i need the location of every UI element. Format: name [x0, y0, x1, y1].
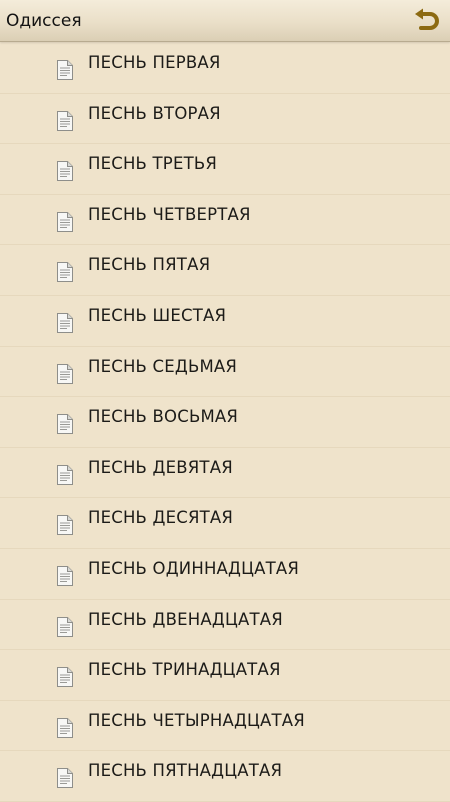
document-icon [57, 312, 73, 333]
undo-arrow-icon [415, 8, 439, 30]
back-button[interactable] [410, 5, 444, 37]
list-item[interactable]: ПЕСНЬ ТРЕТЬЯ [0, 144, 450, 195]
document-icon [57, 515, 73, 536]
list-item-label: ПЕСНЬ ШЕСТАЯ [88, 305, 227, 325]
list-item-label: ПЕСНЬ ВОСЬМАЯ [88, 407, 239, 427]
list-item[interactable]: ПЕСНЬ ПЯТНАДЦАТАЯ [0, 751, 450, 802]
list-item[interactable]: ПЕСНЬ ТРИНАДЦАТАЯ [0, 650, 450, 701]
document-icon [57, 60, 73, 80]
list-item[interactable]: ПЕСНЬ ШЕСТАЯ [0, 296, 450, 347]
list-item[interactable]: ПЕСНЬ ВТОРАЯ [0, 94, 450, 145]
action-bar: Одиссея [0, 0, 450, 42]
document-icon [57, 161, 73, 182]
list-item-label: ПЕСНЬ ЧЕТВЕРТАЯ [88, 204, 251, 224]
chapter-list: ПЕСНЬ ПЕРВАЯ ПЕСНЬ ВТОРАЯ ПЕСНЬ ТРЕТЬЯ П… [0, 43, 450, 802]
list-item[interactable]: ПЕСНЬ ДВЕНАДЦАТАЯ [0, 600, 450, 651]
list-item-label: ПЕСНЬ ПЯТАЯ [88, 255, 211, 275]
document-icon [57, 211, 73, 232]
list-item-label: ПЕСНЬ ПЕРВАЯ [88, 53, 221, 72]
list-item-label: ПЕСНЬ ДЕВЯТАЯ [88, 457, 233, 477]
list-item-label: ПЕСНЬ ДЕСЯТАЯ [88, 508, 234, 528]
list-item-label: ПЕСНЬ СЕДЬМАЯ [88, 356, 238, 376]
document-icon [57, 262, 73, 283]
list-item-label: ПЕСНЬ ВТОРАЯ [88, 103, 221, 123]
list-item-label: ПЕСНЬ ДВЕНАДЦАТАЯ [88, 609, 283, 629]
document-icon [57, 363, 73, 384]
list-item-label: ПЕСНЬ ОДИННАДЦАТАЯ [88, 558, 300, 578]
list-item-label: ПЕСНЬ ПЯТНАДЦАТАЯ [88, 761, 283, 781]
list-item[interactable]: ПЕСНЬ ЧЕТВЕРТАЯ [0, 195, 450, 246]
document-icon [57, 768, 73, 789]
list-item[interactable]: ПЕСНЬ ПЯТАЯ [0, 245, 450, 296]
list-item[interactable]: ПЕСНЬ ДЕВЯТАЯ [0, 448, 450, 499]
page-title: Одиссея [6, 11, 82, 31]
document-icon [57, 616, 73, 637]
list-item[interactable]: ПЕСНЬ ОДИННАДЦАТАЯ [0, 549, 450, 600]
document-icon [57, 717, 73, 738]
list-item[interactable]: ПЕСНЬ ДЕСЯТАЯ [0, 498, 450, 549]
list-item[interactable]: ПЕСНЬ СЕДЬМАЯ [0, 347, 450, 398]
document-icon [57, 414, 73, 435]
list-item[interactable]: ПЕСНЬ ЧЕТЫРНАДЦАТАЯ [0, 701, 450, 752]
list-item-label: ПЕСНЬ ЧЕТЫРНАДЦАТАЯ [88, 710, 305, 730]
document-icon [57, 667, 73, 688]
list-item[interactable]: ПЕСНЬ ВОСЬМАЯ [0, 397, 450, 448]
list-item-label: ПЕСНЬ ТРЕТЬЯ [88, 154, 218, 174]
document-icon [57, 464, 73, 485]
document-icon [57, 110, 73, 131]
list-item-label: ПЕСНЬ ТРИНАДЦАТАЯ [88, 660, 281, 680]
list-item[interactable]: ПЕСНЬ ПЕРВАЯ [0, 43, 450, 94]
document-icon [57, 565, 73, 586]
